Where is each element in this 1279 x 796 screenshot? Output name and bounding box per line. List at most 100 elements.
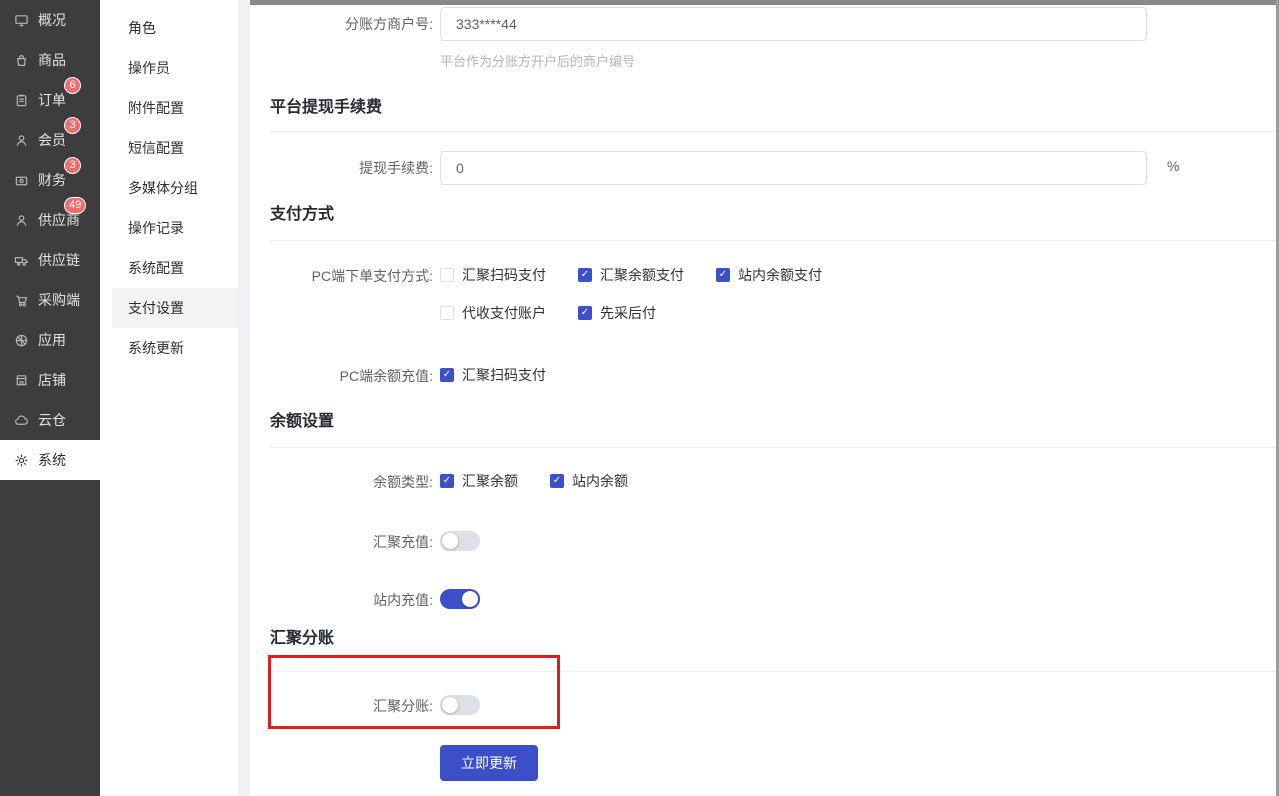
sidebar-item-label: 云仓 <box>38 410 66 430</box>
pc-order-pay-row-2: 代收支付账户 先采后付 <box>440 303 656 323</box>
checkbox-label: 站内余额 <box>572 471 628 491</box>
admin-app: 概况 商品 订单 6 会员 3 财务 3 <box>0 0 1279 796</box>
main-sidebar: 概况 商品 订单 6 会员 3 财务 3 <box>0 0 100 796</box>
checkbox-checked-icon <box>716 268 730 282</box>
top-cropped-bar <box>100 0 1279 5</box>
checkbox-label: 汇聚余额 <box>462 471 518 491</box>
percent-unit: % <box>1167 158 1179 174</box>
update-now-button[interactable]: 立即更新 <box>440 745 538 781</box>
sidebar-item-suppliers[interactable]: 供应商 49 <box>0 200 100 240</box>
checkbox-buy-first-pay-later[interactable]: 先采后付 <box>578 303 656 323</box>
sidebar-item-label: 采购端 <box>38 290 80 310</box>
checkbox-label: 站内余额支付 <box>738 265 822 285</box>
apps-icon <box>13 332 29 348</box>
pc-balance-recharge-label: PC端余额充值: <box>250 366 433 386</box>
sidebar-item-label: 应用 <box>38 330 66 350</box>
menu-item-system-config[interactable]: 系统配置 <box>100 248 238 288</box>
menu-item-media-groups[interactable]: 多媒体分组 <box>100 168 238 208</box>
checkbox-juhe-balance[interactable]: 汇聚余额 <box>440 471 518 491</box>
cart-icon <box>13 292 29 308</box>
members-count-badge: 3 <box>64 117 81 134</box>
balance-type-label: 余额类型: <box>250 472 433 492</box>
sidebar-item-label: 商品 <box>38 50 66 70</box>
menu-item-attachment-config[interactable]: 附件配置 <box>100 88 238 128</box>
sidebar-item-shops[interactable]: 店铺 <box>0 360 100 400</box>
system-submenu: 角色 操作员 附件配置 短信配置 多媒体分组 操作记录 系统配置 支付设置 系统… <box>100 0 238 796</box>
checkbox-site-balance-pay[interactable]: 站内余额支付 <box>716 265 822 285</box>
bag-icon <box>13 52 29 68</box>
sidebar-item-label: 订单 <box>38 90 66 110</box>
sidebar-item-overview[interactable]: 概况 <box>0 0 100 40</box>
menu-item-sms-config[interactable]: 短信配置 <box>100 128 238 168</box>
member-icon <box>13 132 29 148</box>
checkbox-checked-icon <box>440 368 454 382</box>
sidebar-item-apps[interactable]: 应用 <box>0 320 100 360</box>
checkbox-collection-pay-account[interactable]: 代收支付账户 <box>440 303 546 323</box>
checkbox-label: 先采后付 <box>600 303 656 323</box>
section-divider <box>270 240 1279 241</box>
menu-item-operators[interactable]: 操作员 <box>100 48 238 88</box>
checkbox-juhe-scan-recharge[interactable]: 汇聚扫码支付 <box>440 365 546 385</box>
toggle-knob <box>442 533 458 549</box>
juhe-split-label: 汇聚分账: <box>250 696 433 716</box>
finance-count-badge: 3 <box>64 157 81 174</box>
sidebar-item-label: 店铺 <box>38 370 66 390</box>
section-title-juhe-split: 汇聚分账 <box>270 628 334 650</box>
section-title-payment-methods: 支付方式 <box>270 204 334 226</box>
checkbox-unchecked-icon <box>440 306 454 320</box>
panel-gutter <box>238 0 250 796</box>
checkbox-label: 汇聚扫码支付 <box>462 365 546 385</box>
supplier-icon <box>13 212 29 228</box>
sidebar-item-goods[interactable]: 商品 <box>0 40 100 80</box>
checkbox-unchecked-icon <box>440 268 454 282</box>
split-merchant-input[interactable] <box>440 7 1147 41</box>
sidebar-item-orders[interactable]: 订单 6 <box>0 80 100 120</box>
sidebar-item-label: 供应链 <box>38 250 80 270</box>
checkbox-label: 汇聚余额支付 <box>600 265 684 285</box>
juhe-split-toggle[interactable] <box>440 695 480 715</box>
payment-settings-form: 分账方商户号: 平台作为分账方开户后的商户编号 平台提现手续费 提现手续费: %… <box>250 0 1279 796</box>
sidebar-item-system[interactable]: 系统 <box>0 440 100 480</box>
withdraw-fee-label: 提现手续费: <box>250 158 433 178</box>
section-divider <box>270 671 1279 672</box>
pc-order-pay-label: PC端下单支付方式: <box>250 266 433 286</box>
sidebar-item-members[interactable]: 会员 3 <box>0 120 100 160</box>
juhe-recharge-label: 汇聚充值: <box>250 532 433 552</box>
balance-type-row: 汇聚余额 站内余额 <box>440 471 628 491</box>
site-recharge-toggle[interactable] <box>440 589 480 609</box>
split-merchant-hint: 平台作为分账方开户后的商户编号 <box>440 51 635 70</box>
pc-order-pay-row-1: 汇聚扫码支付 汇聚余额支付 站内余额支付 <box>440 265 822 285</box>
split-merchant-label: 分账方商户号: <box>250 14 433 34</box>
section-divider <box>270 131 1279 132</box>
pc-balance-recharge-row: 汇聚扫码支付 <box>440 365 546 385</box>
checkbox-label: 汇聚扫码支付 <box>462 265 546 285</box>
menu-item-system-update[interactable]: 系统更新 <box>100 328 238 368</box>
sidebar-item-cloud-warehouse[interactable]: 云仓 <box>0 400 100 440</box>
checkbox-juhe-balance-pay[interactable]: 汇聚余额支付 <box>578 265 684 285</box>
checkbox-juhe-scan-pay[interactable]: 汇聚扫码支付 <box>440 265 546 285</box>
annotation-red-box <box>268 655 560 729</box>
section-title-withdraw-fee: 平台提现手续费 <box>270 97 382 119</box>
orders-count-badge: 6 <box>64 77 81 94</box>
juhe-recharge-toggle[interactable] <box>440 531 480 551</box>
checkbox-checked-icon <box>578 268 592 282</box>
withdraw-fee-input[interactable] <box>440 151 1147 185</box>
truck-icon <box>13 252 29 268</box>
section-title-balance-settings: 余额设置 <box>270 411 334 433</box>
sidebar-item-procurement[interactable]: 采购端 <box>0 280 100 320</box>
finance-icon <box>13 172 29 188</box>
toggle-knob <box>442 697 458 713</box>
checkbox-checked-icon <box>440 474 454 488</box>
sidebar-item-finance[interactable]: 财务 3 <box>0 160 100 200</box>
sidebar-item-label: 概况 <box>38 10 66 30</box>
sidebar-item-supply-chain[interactable]: 供应链 <box>0 240 100 280</box>
checkbox-checked-icon <box>578 306 592 320</box>
checkbox-site-balance[interactable]: 站内余额 <box>550 471 628 491</box>
menu-item-payment-settings[interactable]: 支付设置 <box>112 288 238 328</box>
menu-item-roles[interactable]: 角色 <box>100 8 238 48</box>
checkbox-checked-icon <box>550 474 564 488</box>
cloud-icon <box>13 412 29 428</box>
sidebar-item-label: 财务 <box>38 170 66 190</box>
menu-item-operation-logs[interactable]: 操作记录 <box>100 208 238 248</box>
site-recharge-label: 站内充值: <box>250 590 433 610</box>
